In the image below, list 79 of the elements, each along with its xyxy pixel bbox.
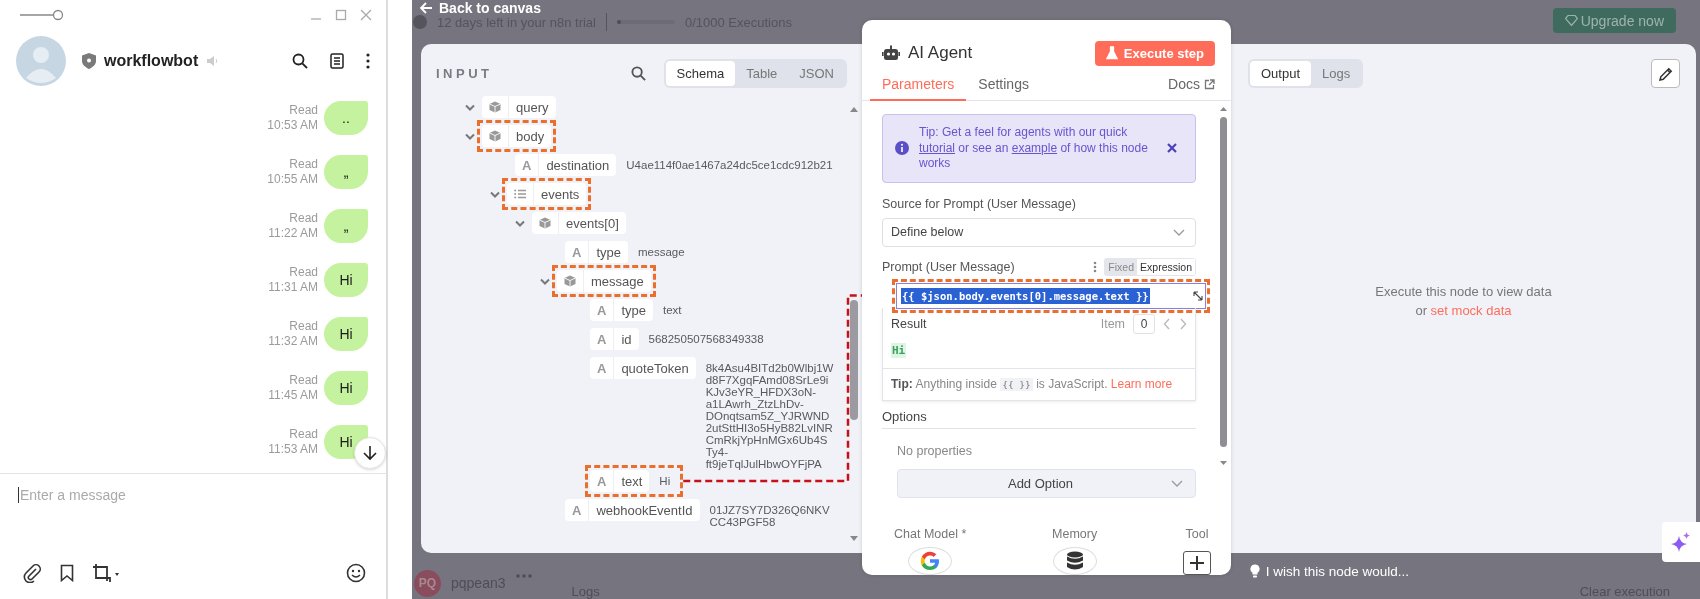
read-status: Read [289,319,318,334]
read-status: Read [289,211,318,226]
schema-field-pill[interactable]: A type [565,241,628,263]
schema-field-pill[interactable]: A webhookEventId [565,499,700,521]
field-value: 01JZ7SY7D326Q6NKVCC43PGF58 [709,503,831,528]
schema-field-pill[interactable]: events [507,183,587,205]
field-label: Prompt (User Message) [882,259,1015,274]
expression-hint: Tip: Anything inside {{ }} is JavaScript. Learn more [883,367,1195,400]
message-bubble: Hi [324,371,368,405]
view-tab[interactable]: Table [735,60,789,86]
message-time: 11:53 AM [268,442,318,457]
type-glyph: A [572,502,582,518]
type-glyph: A [572,244,582,260]
read-status: Read [289,373,318,388]
empty-state-text: Execute this node to view data [1375,283,1552,299]
connection-label: Chat Model * [894,527,967,541]
schema-field-pill[interactable]: body [482,125,552,147]
item-index-field[interactable]: 0 [1133,313,1155,334]
schema-field-pill[interactable]: A quoteToken [590,357,696,379]
message-time: 10:55 AM [267,172,318,187]
read-status: Read [289,427,318,442]
schema-field-pill[interactable]: A text [590,470,650,492]
field-value: 8k4Asu4BITd2b0Wlbj1Wd8F7XgqFAmd08SrLe9iKJv3eYR_HFDX3oN-a1LAwrh_ZtzLhDv-DOnqtsam5Z_YJRWND2utSttHI3o5HyB82LvINRCmRkjYpHnMGx6Ub4STy4-ft9jeTqlJulHbwOYFjPA [705,361,834,470]
type-glyph: A [597,360,607,376]
docs-link[interactable]: Docs [1168,76,1215,100]
message-time: 11:32 AM [268,334,318,349]
schema-field-pill[interactable]: query [482,96,556,118]
view-tab[interactable]: JSON [788,60,845,86]
tip-link[interactable]: tutorial [919,140,956,155]
message-bubble: .. [324,101,368,135]
message-time: 11:22 AM [268,226,318,241]
message-time: 11:45 AM [268,388,318,403]
back-to-canvas-link[interactable]: Back to canvas [420,0,541,16]
schema-field-pill[interactable]: A id [590,328,639,350]
source-dropdown[interactable]: Define below [882,217,1196,247]
message-bubble: Hi [324,263,368,297]
read-status: Read [289,265,318,280]
field-value: U4ae114f0ae1467a24dc5ce1cdc912b21 [626,158,834,171]
read-status: Read [289,103,318,118]
read-status: Read [289,157,318,172]
connection-label: Memory [1052,527,1098,541]
view-tab[interactable]: Logs [1311,61,1362,86]
type-glyph: A [522,157,532,173]
message-bubble: „ [324,209,368,243]
field-value: Hi [659,474,671,489]
schema-field-pill[interactable]: events[0] [532,212,626,234]
type-glyph: A [597,331,607,347]
empty-options-text: No properties [897,443,974,458]
panel-title: INPUT [436,65,493,81]
connection-label: Tool [1185,527,1209,541]
mode-toggle[interactable]: Expression [1137,258,1195,275]
expression-field[interactable]: {{ $json.body.events[0].message.text }} [896,282,1206,309]
section-title: Options [882,408,1196,429]
field-label: Source for Prompt (User Message) [882,196,1077,211]
field-value: message [637,245,686,258]
schema-field-pill[interactable]: A type [590,299,653,321]
feedback-prompt[interactable]: I wish this node would... [1265,563,1410,579]
field-value: 568250507568349338 [648,332,765,345]
type-glyph: A [597,473,607,489]
view-tab[interactable]: Output [1250,61,1312,86]
result-label: Result [891,316,927,331]
schema-field-pill[interactable]: A destination [515,154,617,176]
settings-tab[interactable]: Settings [966,76,1041,101]
tip-link[interactable]: example [1011,140,1058,155]
mock-data-prompt: or set mock data [1415,302,1512,318]
type-glyph: A [597,302,607,318]
result-value: Hi [891,342,907,358]
message-bubble: „ [324,155,368,189]
field-value: text [662,303,683,316]
add-option-dropdown[interactable]: Add Option [897,468,1196,498]
message-time: 11:31 AM [268,280,318,295]
node-title: AI Agent [908,43,973,63]
schema-field-pill[interactable]: message [557,270,651,292]
tip-text: Tip: Get a feel for agents with our quick tutorial or see an example of how this node works [919,125,1149,172]
item-label: Item [1100,316,1125,331]
message-time: 10:53 AM [267,118,318,133]
contact-name: workflowbot [104,52,199,70]
view-tab[interactable]: Schema [665,60,736,86]
message-bubble: Hi [324,317,368,351]
